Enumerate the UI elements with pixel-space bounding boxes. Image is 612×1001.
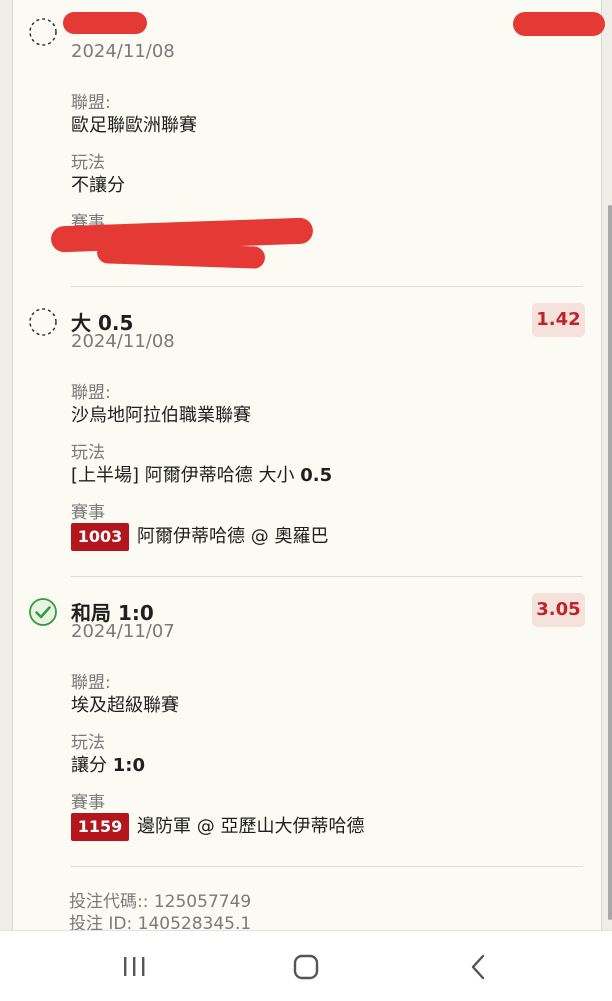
scrollbar[interactable] — [608, 205, 612, 920]
bet-type-label: 玩法 — [71, 733, 105, 753]
match-row: 1159 邊防軍 @ 亞歷山大伊蒂哈德 — [71, 813, 364, 841]
bet-slip-card: 2024/11/08 聯盟: 歐足聯歐洲聯賽 玩法 不讓分 賽事 大 0.5 1… — [12, 0, 605, 930]
divider — [71, 866, 583, 867]
bet-type-line: 1:0 — [112, 755, 145, 776]
bet-type-text: [上半場] 阿爾伊蒂哈德 大小 — [71, 465, 301, 486]
league-value: 沙烏地阿拉伯職業聯賽 — [71, 405, 251, 426]
match-row: 1003 阿爾伊蒂哈德 @ 奧羅巴 — [71, 523, 328, 551]
checkmark-circle-icon — [29, 598, 57, 626]
system-navigation-bar — [0, 930, 612, 1001]
bet-type-label: 玩法 — [71, 153, 105, 173]
odds-badge: 1.42 — [532, 303, 585, 337]
match-label: 賽事 — [71, 503, 105, 523]
redacted-selection — [63, 12, 147, 34]
league-value: 埃及超級聯賽 — [71, 695, 179, 716]
bet-type-label: 玩法 — [71, 443, 105, 463]
home-icon — [293, 954, 319, 980]
pending-status-icon — [29, 18, 57, 46]
match-name: 阿爾伊蒂哈德 @ 奧羅巴 — [137, 526, 329, 547]
bet-type-value: 讓分 1:0 — [71, 751, 145, 777]
recent-apps-button[interactable] — [104, 945, 164, 989]
match-label: 賽事 — [71, 793, 105, 813]
league-value: 歐足聯歐洲聯賽 — [71, 115, 197, 136]
league-label: 聯盟: — [71, 93, 111, 113]
redacted-match-2 — [96, 241, 266, 269]
match-code-badge: 1003 — [71, 523, 129, 551]
bet-type-text: 讓分 — [71, 755, 113, 776]
league-label: 聯盟: — [71, 673, 111, 693]
odds-badge: 3.05 — [532, 593, 585, 627]
home-button[interactable] — [276, 945, 336, 989]
back-icon — [471, 954, 485, 980]
bet-id: 投注 ID: 140528345.1 — [69, 914, 252, 930]
match-name: 邊防軍 @ 亞歷山大伊蒂哈德 — [137, 816, 365, 837]
divider — [71, 576, 583, 577]
bet-type-value: [上半場] 阿爾伊蒂哈德 大小 0.5 — [71, 461, 332, 487]
redacted-odds — [513, 12, 605, 36]
match-code-badge: 1159 — [71, 813, 129, 841]
bet-date: 2024/11/08 — [71, 41, 175, 62]
recent-apps-icon — [124, 957, 145, 976]
bet-date: 2024/11/07 — [71, 621, 175, 642]
bet-type-line: 0.5 — [300, 465, 333, 486]
league-label: 聯盟: — [71, 383, 111, 403]
divider — [71, 286, 583, 287]
screen: 2024/11/08 聯盟: 歐足聯歐洲聯賽 玩法 不讓分 賽事 大 0.5 1… — [0, 0, 612, 930]
back-button[interactable] — [448, 945, 508, 989]
bet-date: 2024/11/08 — [71, 331, 175, 352]
pending-status-icon — [29, 308, 57, 336]
bet-type-value: 不讓分 — [71, 175, 125, 196]
